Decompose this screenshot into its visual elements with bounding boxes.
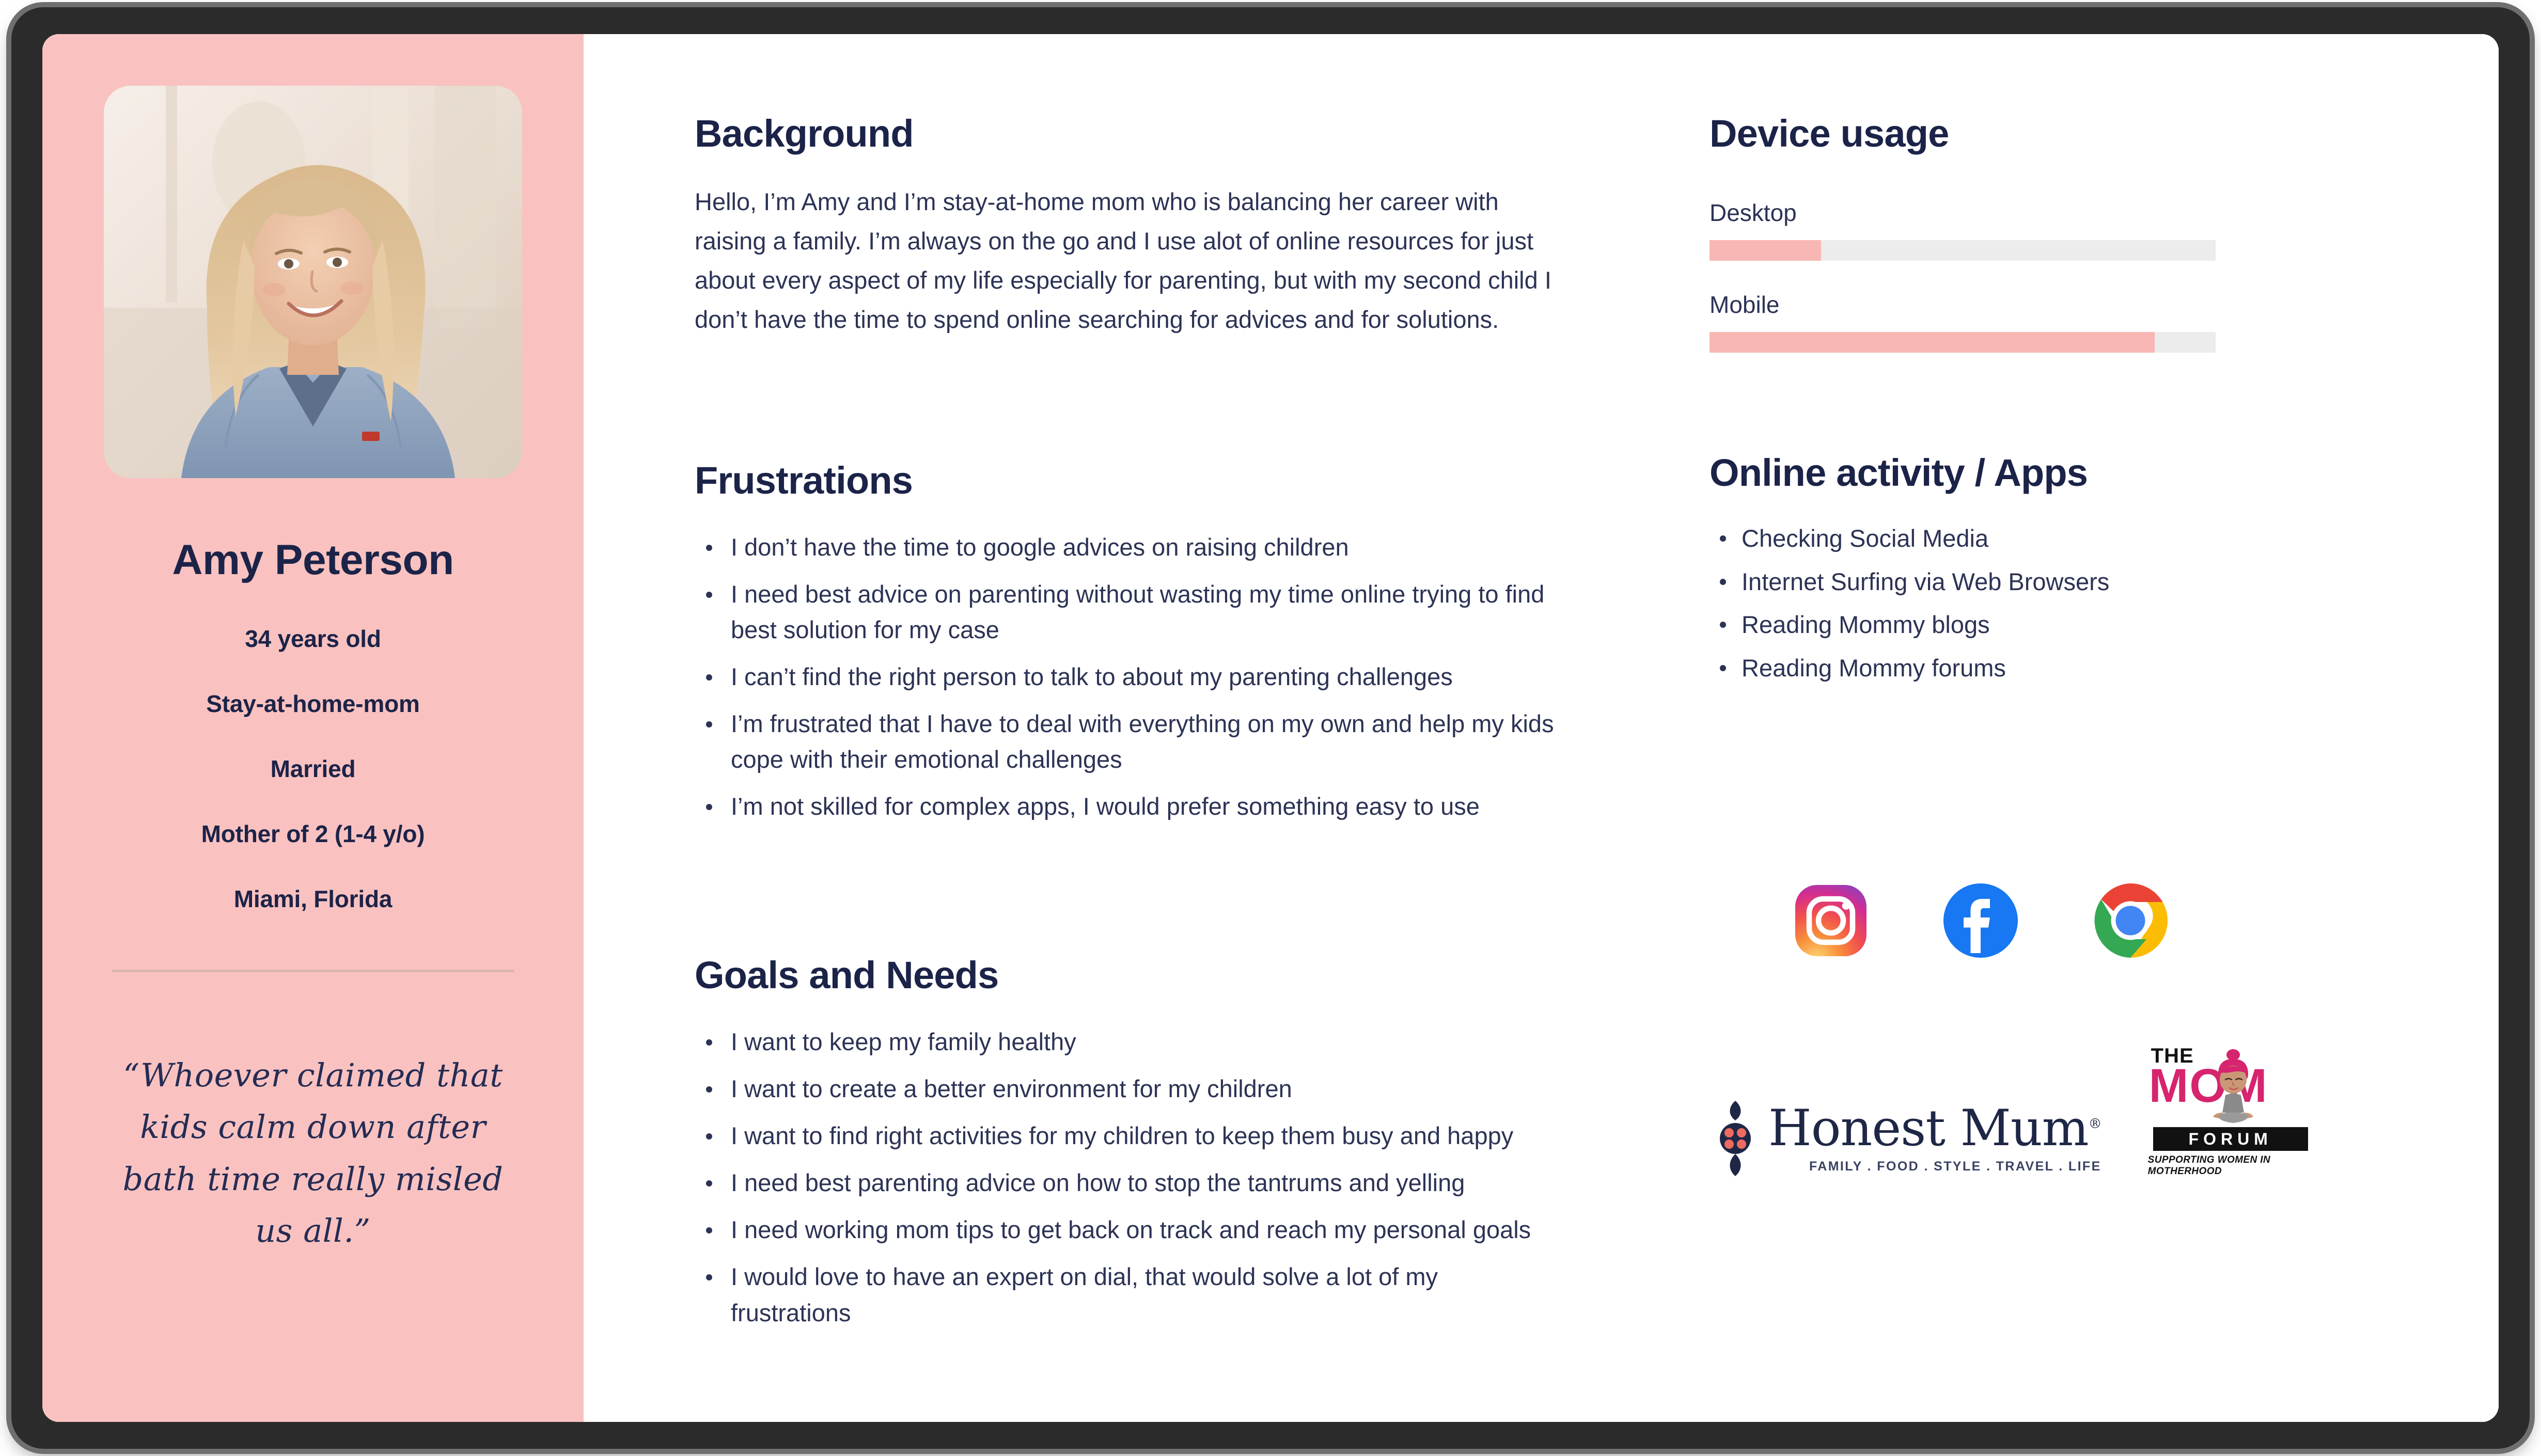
progress-bar-desktop-fill (1709, 240, 1821, 261)
progress-bar-desktop (1709, 240, 2216, 261)
app-icons-row (1709, 882, 2437, 959)
goals-heading: Goals and Needs (695, 954, 999, 997)
fact-children: Mother of 2 (1-4 y/o) (201, 820, 425, 847)
mom-forum-forum-text: FORUM (2153, 1127, 2308, 1151)
sidebar-divider (112, 970, 514, 972)
persona-facts: 34 years old Stay-at-home-mom Married Mo… (99, 625, 527, 913)
fact-location: Miami, Florida (233, 885, 393, 912)
device-usage-desktop: Desktop (1709, 199, 2437, 261)
persona-sidebar: Amy Peterson 34 years old Stay-at-home-m… (42, 34, 584, 1422)
online-activity-heading: Online activity / Apps (1709, 451, 2088, 494)
honest-mum-logo[interactable]: Honest Mum® FAMILY . FOOD . STYLE . TRAV… (1715, 1100, 2102, 1177)
background-heading: Background (695, 112, 914, 155)
list-item: I need best parenting advice on how to s… (695, 1165, 1562, 1200)
instagram-icon[interactable] (1792, 882, 1870, 959)
online-activity-list: Checking Social Media Internet Surfing v… (1709, 520, 2437, 686)
list-item: I don’t have the time to google advices … (695, 529, 1562, 565)
honest-mum-wordmark: Honest Mum® (1768, 1103, 2102, 1153)
meditating-woman-icon (2213, 1049, 2253, 1123)
honest-mum-word-text: Honest Mum (1768, 1099, 2089, 1157)
list-item: I want to find right activities for my c… (695, 1118, 1562, 1153)
usage-label-mobile: Mobile (1709, 291, 1780, 318)
persona-main: Background Hello, I’m Amy and I’m stay-a… (584, 34, 2499, 1422)
device-usage-mobile: Mobile (1709, 291, 2437, 353)
list-item: I would love to have an expert on dial, … (695, 1259, 1562, 1330)
fact-marital-status: Married (270, 755, 356, 782)
page-title: Amy Peterson (172, 536, 454, 583)
fact-age: 34 years old (245, 625, 381, 652)
brand-logos-row: Honest Mum® FAMILY . FOOD . STYLE . TRAV… (1709, 1044, 2437, 1177)
list-item: I’m not skilled for complex apps, I woul… (695, 788, 1562, 824)
list-item: I can’t find the right person to talk to… (695, 659, 1562, 694)
device-usage-heading: Device usage (1709, 112, 1949, 155)
mom-forum-tagline: SUPPORTING WOMEN IN MOTHERHOOD (2147, 1154, 2271, 1177)
frustrations-heading: Frustrations (695, 458, 913, 502)
facebook-icon[interactable] (1942, 882, 2019, 959)
chrome-icon[interactable] (2092, 882, 2169, 959)
progress-bar-mobile (1709, 332, 2216, 353)
usage-label-desktop: Desktop (1709, 199, 1797, 226)
honest-mum-mark-icon (1720, 1101, 1751, 1177)
online-activity-section: Online activity / Apps Checking Social M… (1709, 451, 2437, 686)
honest-mum-tagline: FAMILY . FOOD . STYLE . TRAVEL . LIFE (1809, 1159, 2101, 1174)
registered-trademark-icon: ® (2088, 1116, 2102, 1132)
list-item: I want to create a better environment fo… (695, 1071, 1562, 1106)
persona-canvas: Amy Peterson 34 years old Stay-at-home-m… (42, 34, 2499, 1422)
main-center-column: Background Hello, I’m Amy and I’m stay-a… (584, 112, 1642, 1422)
background-text: Hello, I’m Amy and I’m stay-at-home mom … (695, 188, 1551, 334)
list-item: Reading Mommy blogs (1709, 607, 2437, 643)
list-item: I’m frustrated that I have to deal with … (695, 706, 1562, 777)
progress-bar-mobile-fill (1709, 332, 2155, 353)
list-item: I want to keep my family healthy (695, 1024, 1562, 1059)
mom-forum-logo[interactable]: THE MOM FORUM SUPPORTING WOMEN IN MOTHER… (2148, 1044, 2313, 1177)
list-item: Reading Mommy forums (1709, 650, 2437, 686)
persona-quote: “Whoever claimed that kids calm down aft… (122, 1056, 504, 1250)
device-frame: Amy Peterson 34 years old Stay-at-home-m… (11, 7, 2530, 1449)
main-right-column: Device usage Desktop Mobile Online activ… (1642, 112, 2499, 1422)
goals-list: I want to keep my family healthy I want … (695, 1024, 1562, 1331)
list-item: I need working mom tips to get back on t… (695, 1212, 1562, 1247)
list-item: Internet Surfing via Web Browsers (1709, 564, 2437, 600)
frustrations-list: I don’t have the time to google advices … (695, 529, 1562, 825)
fact-occupation: Stay-at-home-mom (206, 690, 420, 717)
list-item: I need best advice on parenting without … (695, 576, 1562, 647)
avatar (104, 86, 522, 478)
list-item: Checking Social Media (1709, 520, 2437, 557)
avatar-photo-icon (104, 86, 522, 478)
